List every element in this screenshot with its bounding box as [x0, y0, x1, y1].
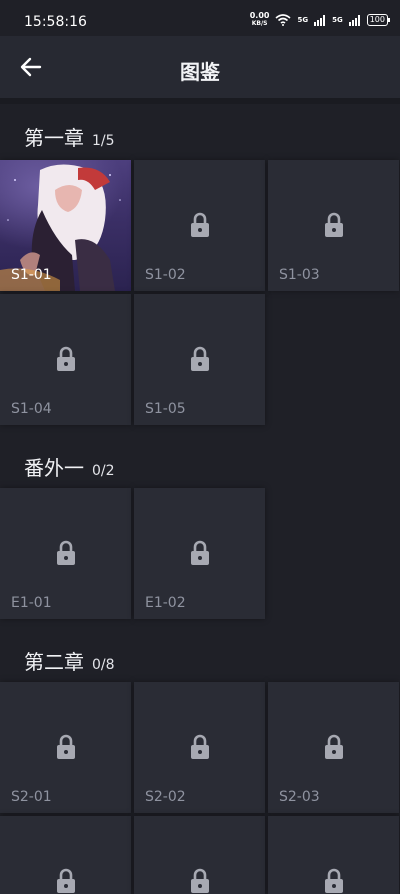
section-header-chapter-1: 第一章 1/5 [24, 122, 115, 151]
app-bar: 图鉴 [0, 36, 400, 98]
tile-label: S1-02 [145, 267, 186, 283]
status-bar: 15:58:16 0.00 KB/S 5G 5G 100 [0, 0, 400, 36]
tile-label: E1-01 [11, 595, 52, 611]
gallery-tile[interactable]: E1-01 [0, 488, 131, 619]
lock-icon [191, 540, 209, 565]
network-speed-unit: KB/S [251, 20, 268, 27]
gallery-tile[interactable]: S2-01 [0, 682, 131, 813]
gallery-tile[interactable]: S1-04 [0, 294, 131, 425]
tile-label: S1-03 [279, 267, 320, 283]
tile-label: S2-02 [145, 789, 186, 805]
gallery-tile[interactable] [134, 816, 265, 894]
gallery-tile[interactable]: S1-01 [0, 160, 131, 291]
battery-icon: 100 [366, 14, 391, 26]
tile-label: S2-03 [279, 789, 320, 805]
network-speed: 0.00 KB/S [250, 12, 270, 28]
tile-label: S1-01 [11, 267, 52, 283]
section-title: 番外一 [24, 456, 84, 480]
signal-icon [348, 14, 360, 26]
lock-icon [191, 734, 209, 759]
section-header-extra-1: 番外一 0/2 [24, 452, 115, 481]
gallery-tile[interactable] [268, 816, 399, 894]
lock-icon [57, 734, 75, 759]
network-type-2: 5G [332, 16, 343, 24]
section-title: 第一章 [24, 126, 84, 150]
gallery-tile[interactable]: S1-03 [268, 160, 399, 291]
divider [0, 98, 400, 104]
signal-icon [314, 14, 326, 26]
section-count: 1/5 [92, 133, 115, 149]
status-icons: 0.00 KB/S 5G 5G 100 [250, 12, 391, 28]
lock-icon [57, 868, 75, 893]
gallery-tile[interactable]: S1-05 [134, 294, 265, 425]
lock-icon [325, 212, 343, 237]
page-title: 图鉴 [180, 60, 220, 84]
tile-label: S1-05 [145, 401, 186, 417]
lock-icon [57, 346, 75, 371]
lock-icon [325, 734, 343, 759]
lock-icon [57, 540, 75, 565]
gallery-tile[interactable]: S2-02 [134, 682, 265, 813]
status-time: 15:58:16 [24, 14, 87, 30]
network-speed-value: 0.00 [249, 11, 270, 20]
gallery-tile[interactable]: S1-02 [134, 160, 265, 291]
network-type-1: 5G [297, 16, 309, 24]
lock-icon [191, 868, 209, 893]
section-header-chapter-2: 第二章 0/8 [24, 646, 115, 675]
lock-icon [191, 346, 209, 371]
tile-label: S2-01 [11, 789, 52, 805]
lock-icon [325, 868, 343, 893]
section-count: 0/2 [92, 463, 115, 479]
tile-label: S1-04 [11, 401, 52, 417]
gallery-tile[interactable] [0, 816, 131, 894]
tile-label: E1-02 [145, 595, 186, 611]
gallery-tile[interactable]: E1-02 [134, 488, 265, 619]
lock-icon [191, 212, 209, 237]
wifi-icon [275, 14, 291, 26]
section-count: 0/8 [92, 657, 115, 673]
section-title: 第二章 [24, 650, 84, 674]
gallery-tile[interactable]: S2-03 [268, 682, 399, 813]
